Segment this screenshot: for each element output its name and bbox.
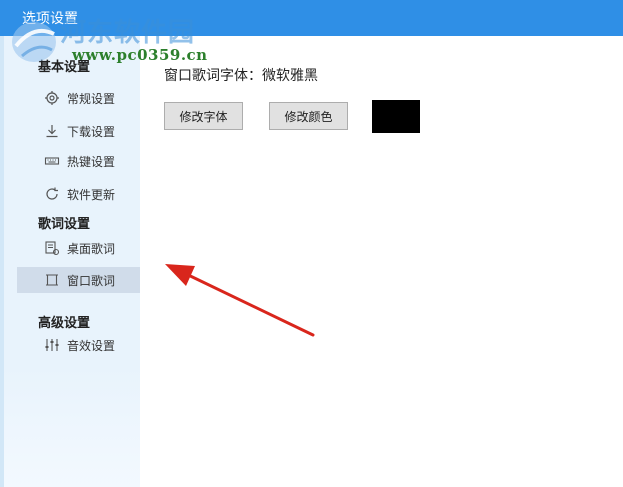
section-lyrics-settings: 歌词设置: [38, 217, 91, 232]
section-basic-settings: 基本设置: [38, 60, 91, 75]
sidebar-item-window-lyrics[interactable]: 窗口歌词: [17, 267, 140, 293]
change-font-button[interactable]: 修改字体: [164, 102, 243, 130]
sidebar-item-label: 常规设置: [67, 92, 116, 106]
window-lyrics-icon: [46, 274, 58, 286]
font-color-swatch[interactable]: [372, 100, 420, 133]
keyboard-icon: [44, 157, 60, 165]
window-title: 选项设置: [22, 11, 78, 27]
sidebar-item-desktop-lyrics[interactable]: 桌面歌词: [17, 235, 140, 261]
gear-icon: [45, 91, 59, 105]
desktop-lyrics-icon: [45, 241, 60, 256]
change-color-button[interactable]: 修改颜色: [269, 102, 348, 130]
font-label: 窗口歌词字体：: [164, 68, 262, 84]
sidebar-item-update[interactable]: 软件更新: [17, 181, 140, 207]
section-advanced-settings: 高级设置: [38, 316, 91, 331]
sidebar-item-audio-effects[interactable]: 音效设置: [17, 332, 140, 358]
window-lyrics-panel: 窗口歌词字体：微软雅黑 修改字体 修改颜色: [140, 36, 623, 487]
sidebar-item-download[interactable]: 下载设置: [17, 118, 140, 144]
equalizer-icon: [45, 339, 59, 351]
font-value: 微软雅黑: [262, 68, 318, 84]
sidebar-item-label: 窗口歌词: [67, 274, 116, 288]
sidebar-item-label: 桌面歌词: [67, 242, 116, 256]
sidebar-item-general[interactable]: 常规设置: [17, 85, 140, 111]
sidebar-item-label: 热键设置: [67, 155, 116, 169]
title-bar: 选项设置: [0, 0, 623, 36]
font-setting-line: 窗口歌词字体：微软雅黑: [164, 65, 318, 85]
sidebar-item-hotkey[interactable]: 热键设置: [17, 148, 140, 174]
download-icon: [46, 125, 58, 138]
sidebar-item-label: 下载设置: [67, 125, 116, 139]
sidebar-item-label: 软件更新: [67, 188, 116, 202]
sidebar-item-label: 音效设置: [67, 339, 116, 353]
update-icon: [46, 187, 58, 200]
